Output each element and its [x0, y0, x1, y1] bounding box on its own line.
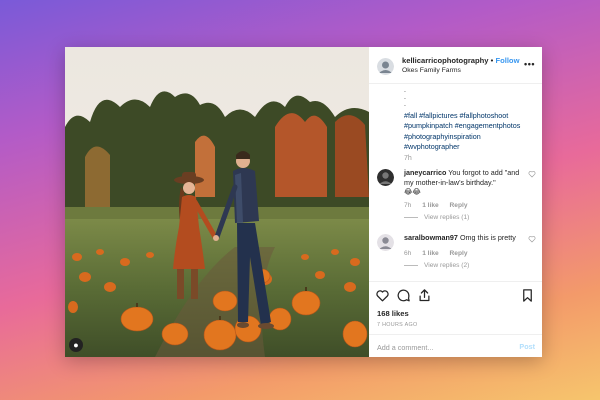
couple-pumpkin-patch-image — [65, 47, 369, 357]
caption-dots: . . . — [404, 87, 406, 108]
add-comment-input[interactable] — [377, 341, 502, 353]
instagram-post-card: ● kellicarricophotography • Follow Okes … — [65, 47, 542, 357]
comment-emoji: 😂😂 — [404, 187, 421, 197]
reply-button[interactable]: Reply — [450, 202, 468, 209]
follow-button[interactable]: Follow — [495, 56, 519, 65]
reply-button[interactable]: Reply — [450, 250, 468, 257]
post-author: kellicarricophotography • Follow — [402, 56, 519, 65]
post-button[interactable]: Post — [519, 342, 535, 351]
comment-likes[interactable]: 1 like — [422, 250, 439, 257]
bookmark-icon[interactable] — [520, 288, 535, 303]
add-comment-bar: Post — [369, 334, 542, 359]
post-timestamp: 7 HOURS AGO — [377, 322, 418, 328]
comment-time: 7h — [404, 202, 412, 209]
post-sidebar: kellicarricophotography • Follow Okes Fa… — [369, 47, 542, 357]
share-icon[interactable] — [417, 288, 432, 303]
comment-text: janeycarrico You forgot to add "and my m… — [404, 168, 526, 197]
post-photo[interactable]: ● — [65, 47, 369, 357]
comment-username[interactable]: janeycarrico — [404, 168, 446, 177]
avatar[interactable] — [377, 169, 394, 186]
likes-count[interactable]: 168 likes — [377, 309, 409, 318]
separator-dot: • — [490, 56, 494, 65]
avatar[interactable] — [377, 58, 394, 75]
heart-icon[interactable] — [528, 170, 536, 178]
heart-icon[interactable] — [375, 288, 390, 303]
view-replies-link[interactable]: View replies (2) — [404, 262, 469, 269]
caption-dot: . — [404, 94, 406, 101]
comment-time: 6h — [404, 250, 412, 257]
caption-hashtags[interactable]: #fall #fallpictures #fallphotoshoot #pum… — [404, 111, 534, 153]
post-actions: 168 likes 7 HOURS AGO Post — [369, 281, 542, 358]
comment-icon[interactable] — [396, 288, 411, 303]
post-header: kellicarricophotography • Follow Okes Fa… — [369, 47, 542, 84]
comment-meta: 6h 1 like Reply — [404, 250, 477, 257]
avatar[interactable] — [377, 234, 394, 251]
comment-username[interactable]: saralbowman97 — [404, 233, 458, 242]
user-icon[interactable]: ● — [69, 338, 83, 352]
more-horizontal-icon[interactable]: ••• — [524, 59, 535, 69]
username-link[interactable]: kellicarricophotography — [402, 56, 489, 65]
comment-likes[interactable]: 1 like — [422, 202, 439, 209]
view-replies-link[interactable]: View replies (1) — [404, 214, 469, 221]
comment-text: saralbowman97 Omg this is pretty — [404, 233, 526, 243]
heart-icon[interactable] — [528, 235, 536, 243]
caption-dot: . — [404, 101, 406, 108]
divider — [404, 264, 418, 266]
caption-time: 7h — [404, 155, 412, 162]
location-link[interactable]: Okes Family Farms — [402, 67, 461, 74]
caption-dot: . — [404, 87, 406, 94]
comment-meta: 7h 1 like Reply — [404, 202, 477, 209]
comment-body: Omg this is pretty — [459, 233, 516, 242]
divider — [404, 216, 418, 218]
view-replies-label: View replies (1) — [424, 214, 470, 221]
view-replies-label: View replies (2) — [424, 262, 470, 269]
